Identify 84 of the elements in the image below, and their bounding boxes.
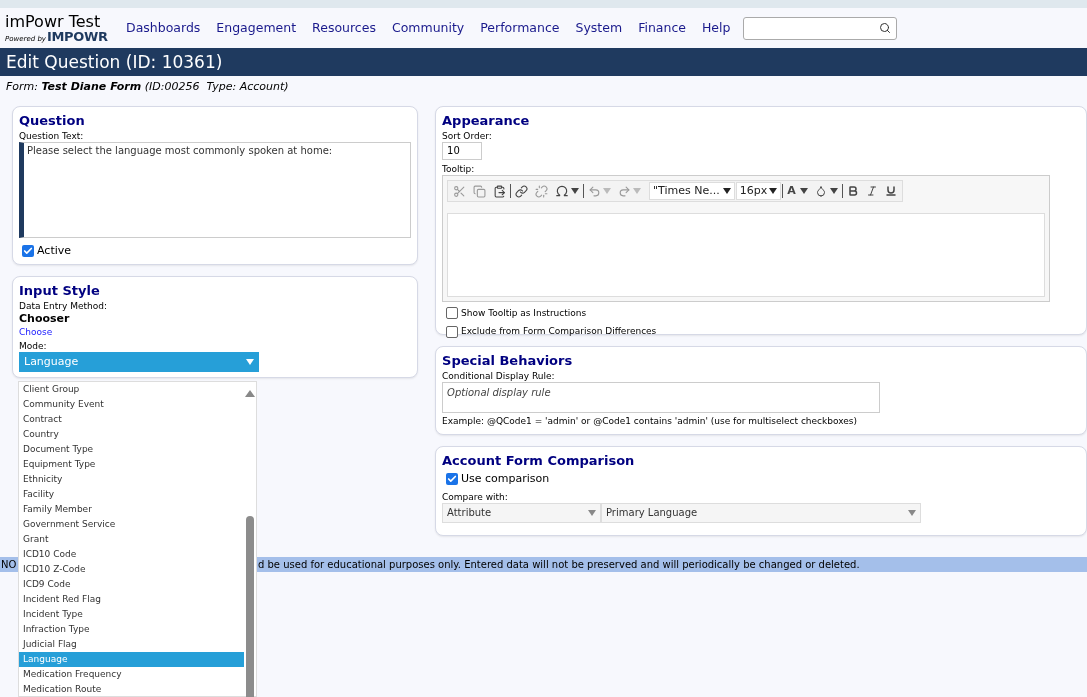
section-title: Account Form Comparison bbox=[442, 452, 636, 470]
compare-type-select[interactable]: Attribute bbox=[442, 502, 601, 523]
dropdown-option[interactable]: Medication Frequency bbox=[19, 667, 244, 682]
dropdown-option[interactable]: ICD10 Z-Code bbox=[19, 562, 244, 577]
nav-link[interactable]: Dashboards bbox=[126, 18, 201, 38]
size-select[interactable]: 16px bbox=[735, 182, 782, 200]
logo-title: imPowr Test bbox=[5, 13, 102, 30]
dropdown-option[interactable]: Family Member bbox=[19, 502, 244, 517]
caret-icon bbox=[769, 188, 778, 194]
field-label: Question Text: bbox=[19, 130, 85, 142]
section-title: Question bbox=[19, 112, 86, 130]
caret-icon bbox=[603, 188, 611, 194]
dropdown-option[interactable]: Incident Red Flag bbox=[19, 592, 244, 607]
dropdown-option[interactable]: Country bbox=[19, 427, 244, 442]
choose-link[interactable]: Choose bbox=[19, 326, 411, 338]
dropdown-option[interactable]: Judicial Flag bbox=[19, 637, 244, 652]
dropdown-option[interactable]: Grant bbox=[19, 532, 244, 547]
dropdown-option[interactable]: Equipment Type bbox=[19, 457, 244, 472]
checkbox-label: Active bbox=[37, 243, 72, 259]
dropdown-option[interactable]: ICD10 Code bbox=[19, 547, 244, 562]
caret-icon bbox=[908, 509, 916, 516]
section-title: Special Behaviors bbox=[442, 352, 574, 370]
section-title: Input Style bbox=[19, 282, 101, 300]
field-label: Compare with: bbox=[442, 490, 509, 503]
section-title: Appearance bbox=[442, 112, 531, 130]
scrollbar-thumb[interactable] bbox=[246, 516, 254, 697]
notice-text: d be used for educational purposes only. Entered data will not be preserved and will periodically be changed or deleted. bbox=[258, 558, 860, 572]
link-icon[interactable] bbox=[512, 184, 531, 198]
caret-icon bbox=[588, 509, 596, 516]
nav-link[interactable]: System bbox=[575, 18, 623, 38]
caret-icon bbox=[799, 188, 808, 194]
nav-link[interactable]: Help bbox=[701, 18, 731, 38]
field-label: Data Entry Method: bbox=[19, 300, 108, 312]
field-label: Tooltip: bbox=[442, 163, 476, 175]
page-title: Edit Question (ID: 10361) bbox=[0, 48, 1087, 76]
question-text-area[interactable]: Please select the language most commonly spoken at home: bbox=[19, 142, 411, 238]
checkbox[interactable] bbox=[22, 245, 34, 258]
checkbox[interactable] bbox=[446, 307, 458, 320]
nav-link[interactable]: Community bbox=[391, 18, 465, 38]
field-label: Sort Order: bbox=[442, 130, 493, 142]
sort-order-field[interactable]: 10 bbox=[442, 142, 482, 160]
field-label: Conditional Display Rule: bbox=[442, 370, 556, 382]
font-select[interactable]: "Times Ne... bbox=[649, 182, 735, 200]
caret-icon bbox=[633, 188, 641, 194]
dropdown-option[interactable]: Client Group bbox=[19, 382, 244, 397]
logo-brand: IMPOWR bbox=[47, 29, 108, 43]
dropdown-option[interactable]: Facility bbox=[19, 487, 244, 502]
dropdown-option[interactable]: Medication Route bbox=[19, 682, 244, 697]
method-value: Chooser bbox=[19, 312, 71, 326]
search-icon bbox=[879, 22, 892, 34]
droplet-icon bbox=[814, 185, 827, 197]
checkbox[interactable] bbox=[446, 473, 458, 486]
dropdown-option[interactable]: Government Service bbox=[19, 517, 244, 532]
font-color-button[interactable]: A bbox=[784, 182, 811, 200]
dropdown-option[interactable]: Ethnicity bbox=[19, 472, 244, 487]
caret-icon bbox=[722, 188, 731, 194]
caret-icon bbox=[571, 188, 579, 194]
dropdown-option[interactable]: Infraction Type bbox=[19, 622, 244, 637]
dropdown-option[interactable]: Community Event bbox=[19, 397, 244, 412]
dropdown-option[interactable]: ICD9 Code bbox=[19, 577, 244, 592]
field-label: Mode: bbox=[19, 340, 48, 352]
display-rule-field[interactable]: Optional display rule bbox=[442, 382, 880, 413]
redo-icon bbox=[618, 184, 631, 198]
nav-link[interactable]: Engagement bbox=[216, 18, 297, 38]
nav-link[interactable]: Finance bbox=[638, 18, 686, 38]
checkbox-label: Exclude from Form Comparison Differences bbox=[461, 325, 657, 338]
compare-attribute-select[interactable]: Primary Language bbox=[601, 502, 921, 523]
search-field[interactable] bbox=[743, 16, 898, 40]
omega-icon bbox=[555, 184, 569, 198]
checkbox-label: Show Tooltip as Instructions bbox=[461, 306, 587, 320]
caret-icon bbox=[829, 188, 838, 194]
dropdown-option[interactable]: Document Type bbox=[19, 442, 244, 457]
checkbox-label: Use comparison bbox=[461, 471, 550, 487]
checkbox[interactable] bbox=[446, 325, 458, 338]
nav-link[interactable]: Resources bbox=[312, 18, 376, 38]
dropdown-option[interactable]: Contract bbox=[19, 412, 244, 427]
caret-icon bbox=[246, 359, 254, 365]
undo-icon bbox=[588, 184, 601, 198]
nav-link[interactable]: Performance bbox=[480, 18, 560, 38]
scroll-up-icon[interactable] bbox=[245, 390, 255, 397]
field-label: Example: @QCode1 = 'admin' or @Code1 contains 'admin' (use for multiselect checkboxes) bbox=[442, 415, 858, 427]
form-info: Form: Test Diane Form (ID:00256 Type: Account) bbox=[5, 80, 290, 94]
dropdown-option[interactable]: Incident Type bbox=[19, 607, 244, 622]
notice-text: NO bbox=[1, 558, 17, 572]
